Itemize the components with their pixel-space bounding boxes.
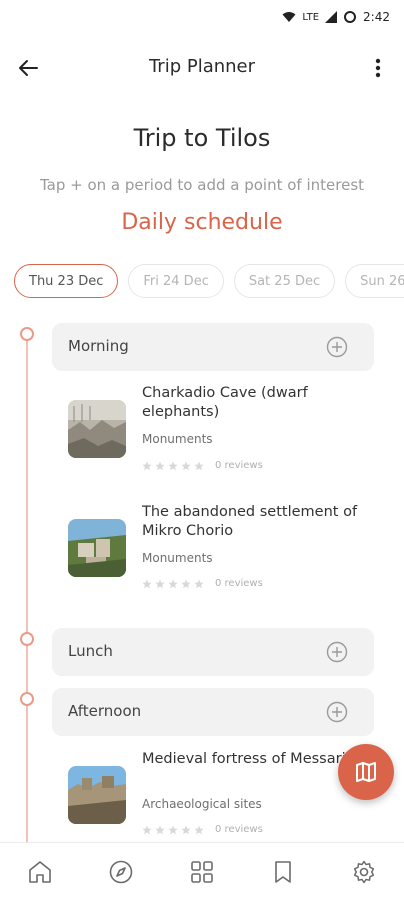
date-chip-selected[interactable]: Thu 23 Dec <box>14 264 119 298</box>
review-count: 0 reviews <box>215 824 263 835</box>
nav-settings[interactable] <box>344 852 384 892</box>
star-icon <box>168 461 178 470</box>
star-icon <box>181 825 191 834</box>
date-chip[interactable]: Sun 26 Dec <box>345 264 404 298</box>
schedule-heading: Daily schedule <box>121 210 283 235</box>
bottom-nav <box>0 842 404 900</box>
period-label: Morning <box>68 337 129 355</box>
more-options-button[interactable] <box>366 54 390 82</box>
poi-item[interactable]: Medieval fortress of Messaria Archaeolog… <box>68 750 368 850</box>
network-label: LTE <box>302 11 320 23</box>
grid-icon <box>191 860 213 883</box>
star-icon <box>181 461 191 470</box>
village-photo <box>68 519 126 577</box>
review-count: 0 reviews <box>215 460 263 471</box>
nav-explore[interactable] <box>101 852 141 892</box>
date-chips: Thu 23 Dec Fri 24 Dec Sat 25 Dec Sun 26 … <box>14 264 404 300</box>
star-icon <box>155 579 165 588</box>
poi-rating: 0 reviews <box>142 578 263 589</box>
status-icons: LTE 2:42 <box>282 10 390 24</box>
period-lunch: Lunch <box>52 628 374 676</box>
add-circle-icon[interactable] <box>326 701 348 723</box>
star-icon <box>142 825 152 834</box>
poi-name: Charkadio Cave (dwarf elephants) <box>142 385 308 420</box>
period-afternoon: Afternoon <box>52 688 374 736</box>
fortress-photo <box>68 766 126 824</box>
compass-icon <box>109 860 133 883</box>
add-circle-icon[interactable] <box>326 641 348 663</box>
nav-saved[interactable] <box>263 852 303 892</box>
add-circle-icon[interactable] <box>326 336 348 358</box>
star-icon <box>194 579 204 588</box>
timeline-dot <box>20 692 34 706</box>
poi-rating: 0 reviews <box>142 824 263 835</box>
star-icon <box>194 461 204 470</box>
wifi-icon <box>282 12 296 22</box>
more-vert-icon <box>375 58 381 78</box>
status-time: 2:42 <box>363 10 390 24</box>
period-morning: Morning <box>52 323 374 371</box>
map-icon <box>356 762 376 782</box>
sync-icon <box>344 11 357 23</box>
date-chip[interactable]: Fri 24 Dec <box>128 264 224 298</box>
star-icon <box>142 579 152 588</box>
signal-icon <box>325 11 338 23</box>
timeline-line <box>26 334 28 844</box>
star-icon <box>168 825 178 834</box>
timeline-dot <box>20 632 34 646</box>
poi-item[interactable]: The abandoned settlement of Mikro Chorio… <box>68 503 368 603</box>
poi-category: Monuments <box>142 551 213 565</box>
hint-text: Tap + on a period to add a point of inte… <box>39 176 365 194</box>
star-icon <box>168 579 178 588</box>
star-icon <box>155 461 165 470</box>
star-icon <box>194 825 204 834</box>
review-count: 0 reviews <box>215 578 263 589</box>
timeline-dot <box>20 327 34 341</box>
app-bar: Trip Planner <box>0 44 404 90</box>
gear-icon <box>353 860 374 883</box>
period-label: Lunch <box>68 642 113 660</box>
star-icon <box>181 579 191 588</box>
poi-rating: 0 reviews <box>142 460 263 471</box>
trip-title: Trip to Tilos <box>133 124 271 152</box>
star-icon <box>142 461 152 470</box>
app-title: Trip Planner <box>148 56 256 77</box>
poi-item[interactable]: Charkadio Cave (dwarf elephants) Monumen… <box>68 384 368 484</box>
home-icon <box>29 860 52 883</box>
map-fab-button[interactable] <box>338 744 394 800</box>
status-bar: LTE 2:42 <box>0 0 404 36</box>
nav-home[interactable] <box>20 852 60 892</box>
poi-category: Monuments <box>142 432 213 446</box>
cave-photo <box>68 400 126 458</box>
star-icon <box>155 825 165 834</box>
bookmark-icon <box>274 860 291 883</box>
nav-categories[interactable] <box>182 852 222 892</box>
period-label: Afternoon <box>68 702 142 720</box>
poi-name: The abandoned settlement of Mikro Chorio <box>142 504 358 539</box>
poi-category: Archaeological sites <box>142 797 262 811</box>
date-chip[interactable]: Sat 25 Dec <box>233 264 336 298</box>
poi-name: Medieval fortress of Messaria <box>142 751 355 767</box>
